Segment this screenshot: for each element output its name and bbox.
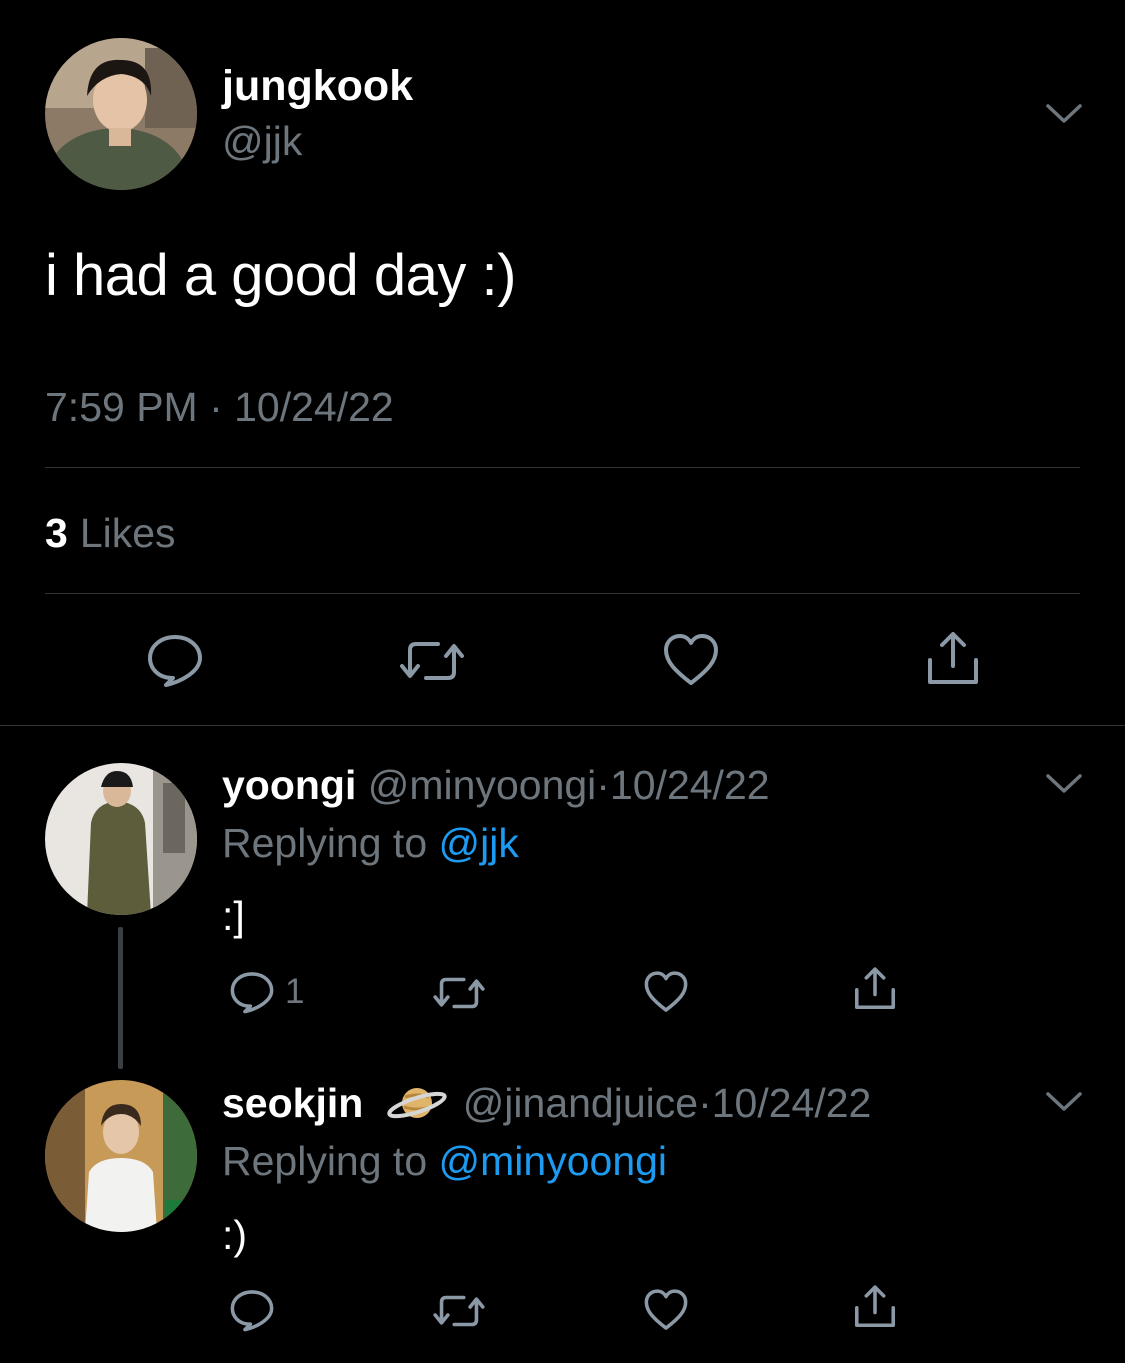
retweet-button[interactable] bbox=[398, 636, 466, 686]
author-handle[interactable]: @jjk bbox=[222, 118, 302, 165]
tweet-detail-page: jungkook @jjk i had a good day :) 7:59 P… bbox=[0, 0, 1125, 1363]
reply-date[interactable]: 10/24/22 bbox=[712, 1080, 872, 1126]
reply-button[interactable] bbox=[229, 970, 275, 1014]
share-button[interactable] bbox=[852, 966, 898, 1012]
chevron-down-icon[interactable] bbox=[1044, 102, 1084, 126]
like-button[interactable] bbox=[643, 1288, 689, 1332]
replying-to-label: Replying to bbox=[222, 1138, 428, 1184]
divider bbox=[45, 467, 1080, 468]
reply-text: :) bbox=[222, 1212, 248, 1258]
tweet-text: i had a good day :) bbox=[45, 243, 516, 308]
heart-icon bbox=[643, 1288, 689, 1332]
separator-dot: · bbox=[596, 762, 610, 808]
separator-dot: · bbox=[698, 1080, 712, 1126]
replying-to: Replying to @jjk bbox=[222, 820, 519, 867]
reply-author-name[interactable]: seokjin bbox=[222, 1080, 363, 1126]
reply-count: 1 bbox=[285, 972, 305, 1011]
avatar[interactable] bbox=[45, 763, 197, 915]
reply-author-handle[interactable]: @minyoongi bbox=[368, 762, 597, 808]
replying-to: Replying to @minyoongi bbox=[222, 1138, 667, 1185]
share-button[interactable] bbox=[852, 1284, 898, 1330]
comment-icon bbox=[229, 1288, 275, 1332]
share-icon bbox=[852, 1284, 898, 1330]
replying-to-mention[interactable]: @minyoongi bbox=[439, 1138, 668, 1184]
author-name[interactable]: jungkook bbox=[222, 62, 413, 111]
retweet-icon bbox=[398, 636, 466, 686]
replying-to-label: Replying to bbox=[222, 820, 428, 866]
retweet-button[interactable] bbox=[432, 1291, 486, 1331]
tweet-timestamp[interactable]: 7:59 PM · 10/24/22 bbox=[45, 384, 394, 431]
retweet-icon bbox=[432, 1291, 486, 1331]
comment-icon bbox=[229, 970, 275, 1014]
reply-text: :] bbox=[222, 893, 245, 939]
reply-author-name[interactable]: yoongi bbox=[222, 762, 356, 808]
heart-icon bbox=[662, 632, 720, 688]
likes-count: 3 bbox=[45, 510, 68, 556]
chevron-down-icon[interactable] bbox=[1044, 1090, 1084, 1114]
retweet-button[interactable] bbox=[432, 973, 486, 1013]
planet-emoji-icon bbox=[385, 1081, 449, 1125]
heart-icon bbox=[643, 970, 689, 1014]
share-icon bbox=[924, 630, 982, 688]
likes-stat[interactable]: 3 Likes bbox=[45, 510, 176, 557]
chevron-down-icon[interactable] bbox=[1044, 772, 1084, 796]
comment-icon bbox=[146, 632, 204, 688]
replying-to-mention[interactable]: @jjk bbox=[439, 820, 519, 866]
like-button[interactable] bbox=[662, 632, 720, 688]
likes-label: Likes bbox=[79, 510, 176, 556]
reply-header: seokjin @jinandjuice·10/24/22 bbox=[222, 1080, 871, 1127]
reply-author-handle[interactable]: @jinandjuice bbox=[463, 1080, 698, 1126]
divider bbox=[0, 725, 1125, 726]
reply-header: yoongi @minyoongi·10/24/22 bbox=[222, 762, 770, 809]
thread-connector bbox=[118, 927, 123, 1069]
like-button[interactable] bbox=[643, 970, 689, 1014]
avatar[interactable] bbox=[45, 1080, 197, 1232]
reply-date[interactable]: 10/24/22 bbox=[610, 762, 770, 808]
share-button[interactable] bbox=[924, 630, 982, 688]
avatar[interactable] bbox=[45, 38, 197, 190]
divider bbox=[45, 593, 1080, 594]
reply-button[interactable] bbox=[146, 632, 204, 688]
retweet-icon bbox=[432, 973, 486, 1013]
reply-button[interactable] bbox=[229, 1288, 275, 1332]
share-icon bbox=[852, 966, 898, 1012]
